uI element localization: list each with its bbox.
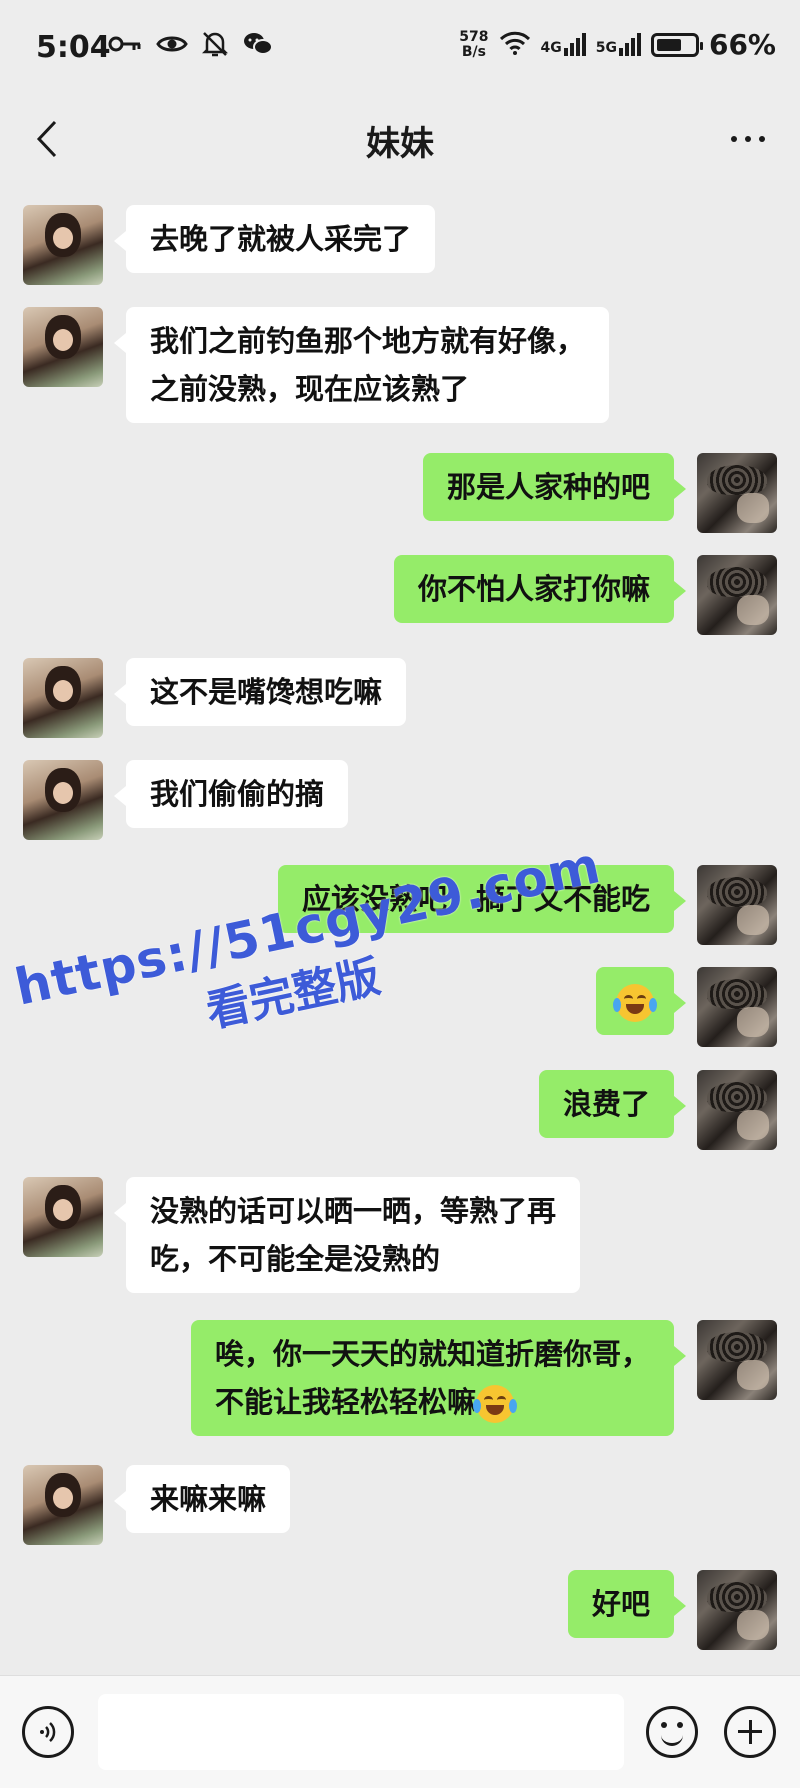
voice-icon	[40, 1722, 56, 1742]
my-avatar[interactable]	[697, 555, 777, 635]
network-2-label: 5G	[595, 40, 617, 56]
emoji-button[interactable]	[646, 1706, 698, 1758]
chat-header: 妹妹	[0, 100, 800, 180]
message-text: 好吧	[591, 1587, 650, 1621]
more-button[interactable]	[718, 114, 778, 164]
message-text: 不能让我轻松轻松嘛	[214, 1385, 476, 1419]
more-dots-icon	[745, 136, 751, 142]
message-bubble[interactable]: 那是人家种的吧	[422, 453, 687, 521]
battery-percent: 66%	[708, 28, 776, 61]
message-bubble[interactable]	[596, 967, 686, 1035]
network-1-label: 4G	[540, 40, 562, 56]
message-text: 应该没熟吧，摘了又不能吃	[301, 882, 650, 916]
message-bubble[interactable]: 这不是嘴馋想吃嘛	[113, 658, 407, 726]
my-avatar[interactable]	[697, 1320, 777, 1400]
message-bubble[interactable]: 我们之前钓鱼那个地方就有好像， 之前没熟，现在应该熟了	[113, 307, 610, 423]
message-text: 浪费了	[562, 1087, 650, 1121]
contact-avatar[interactable]	[23, 658, 103, 738]
more-dots-icon	[731, 136, 737, 142]
message-text-line: 吃，不可能全是没熟的	[150, 1242, 441, 1276]
message-bubble[interactable]: 我们偷偷的摘	[113, 760, 349, 828]
signal-icon: 5G	[596, 33, 641, 56]
message-text-line-with-emoji: 不能让我轻松轻松嘛	[215, 1378, 650, 1426]
net-speed-value: 578	[459, 28, 489, 45]
message-text-line: 没熟的话可以晒一晒，等熟了再	[150, 1194, 557, 1228]
message-bubble[interactable]: 来嘛来嘛	[113, 1465, 291, 1533]
contact-avatar[interactable]	[23, 205, 103, 285]
message-text-line: 唉，你一天天的就知道折磨你哥，	[214, 1337, 650, 1371]
status-notification-icons	[108, 30, 274, 62]
wechat-icon	[242, 31, 274, 61]
status-time: 5:04	[36, 30, 111, 65]
tears-of-joy-emoji	[473, 1385, 517, 1423]
message-input[interactable]	[98, 1694, 624, 1770]
message-text: 你不怕人家打你嘛	[417, 572, 650, 606]
my-avatar[interactable]	[697, 1070, 777, 1150]
wifi-icon	[499, 30, 531, 60]
message-text: 去晚了就被人采完了	[150, 222, 412, 256]
message-text: 那是人家种的吧	[446, 470, 650, 504]
net-speed: 578 B/s	[459, 28, 489, 60]
contact-avatar[interactable]	[23, 1465, 103, 1545]
more-dots-icon	[759, 136, 765, 142]
message-text-line: 我们之前钓鱼那个地方就有好像，	[150, 324, 586, 358]
message-bubble[interactable]: 浪费了	[538, 1070, 687, 1138]
chat-title: 妹妹	[366, 124, 434, 164]
eye-icon	[156, 33, 188, 59]
contact-avatar[interactable]	[23, 760, 103, 840]
net-speed-unit: B/s	[461, 43, 486, 60]
signal-icon: 4G	[541, 33, 586, 56]
status-system-icons: 578 B/s 4G 5G 66%	[459, 28, 776, 61]
message-bubble[interactable]: 你不怕人家打你嘛	[393, 555, 687, 623]
more-actions-button[interactable]	[724, 1706, 776, 1758]
message-bubble[interactable]: 好吧	[567, 1570, 687, 1638]
message-text: 我们偷偷的摘	[150, 777, 325, 811]
status-bar: 5:04 578 B/s 4G 5G 66%	[0, 0, 800, 100]
battery-icon	[650, 32, 703, 57]
message-bubble[interactable]: 去晚了就被人采完了	[113, 205, 436, 273]
message-bubble[interactable]: 应该没熟吧，摘了又不能吃	[277, 865, 687, 933]
my-avatar[interactable]	[697, 967, 777, 1047]
key-icon	[108, 34, 142, 58]
my-avatar[interactable]	[697, 453, 777, 533]
message-bubble[interactable]: 唉，你一天天的就知道折磨你哥， 不能让我轻松轻松嘛	[190, 1320, 687, 1436]
contact-avatar[interactable]	[23, 307, 103, 387]
contact-avatar[interactable]	[23, 1177, 103, 1257]
my-avatar[interactable]	[697, 1570, 777, 1650]
input-bar	[0, 1675, 800, 1788]
message-text: 来嘛来嘛	[150, 1482, 267, 1516]
tears-of-joy-emoji	[613, 984, 657, 1022]
my-avatar[interactable]	[697, 865, 777, 945]
voice-button[interactable]	[22, 1706, 74, 1758]
chat-message-list[interactable]: 去晚了就被人采完了 我们之前钓鱼那个地方就有好像， 之前没熟，现在应该熟了 那是…	[0, 180, 800, 1675]
message-bubble[interactable]: 没熟的话可以晒一晒，等熟了再 吃，不可能全是没熟的	[113, 1177, 581, 1293]
message-text: 这不是嘴馋想吃嘛	[150, 675, 383, 709]
bell-off-icon	[201, 30, 229, 62]
message-text-line: 之前没熟，现在应该熟了	[150, 372, 470, 406]
